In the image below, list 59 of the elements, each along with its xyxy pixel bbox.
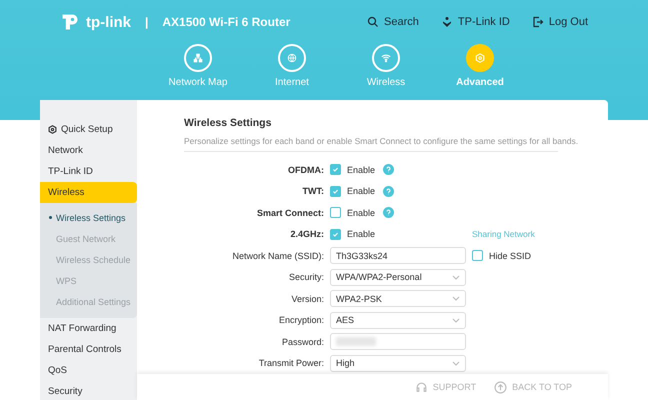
header-link[interactable]: Log Out [532,16,588,28]
enable-checkbox[interactable]: Enable [330,228,376,240]
search-icon [367,16,380,28]
gear-icon [475,53,485,63]
sidebar-item[interactable]: Security [40,381,137,400]
field-label: Transmit Power: [258,358,324,368]
network-icon [193,53,203,63]
header-link[interactable]: TP-Link ID [440,16,510,28]
wifi-icon [381,53,391,63]
user-badge-icon [440,16,453,28]
sidebar-item[interactable]: Quick Setup [40,119,137,140]
field-label: Network Name (SSID): [231,250,324,260]
router-model: AX1500 Wi-Fi 6 Router [162,15,290,29]
sidebar-item[interactable]: Parental Controls [40,339,137,360]
check-icon [332,166,339,173]
dropdown[interactable]: High [330,354,466,372]
separator: | [145,15,148,29]
field-label: OFDMA: [287,164,324,174]
dropdown[interactable]: AES [330,312,466,328]
gear-icon [48,125,57,134]
logo-icon [60,12,80,32]
logout-icon [532,16,544,28]
field-label: Password: [280,336,324,346]
help-icon[interactable] [383,164,394,175]
field-label: Encryption: [278,315,324,325]
enable-checkbox[interactable]: Enable [330,186,376,196]
field-label: Smart Connect: [256,208,324,218]
dropdown[interactable]: WPA2-PSK [330,290,466,307]
field-label: Version: [290,294,324,304]
globe-icon [287,53,297,63]
check-icon [332,230,339,238]
sidebar-item[interactable]: TP-Link ID [40,161,137,182]
section-description: Personalize settings for each band or enable Smart Connect to configure the same settings for all bands. [184,135,578,147]
field-label: 2.4GHz: [289,229,324,239]
field-label: TWT: [302,186,324,196]
help-icon[interactable] [383,207,394,218]
header-link[interactable]: Search [367,16,419,28]
hide-ssid-checkbox[interactable]: Hide SSID [472,250,592,261]
enable-checkbox[interactable]: Enable [330,207,376,218]
sidebar-item[interactable]: Wireless [40,182,137,203]
enable-checkbox[interactable]: Enable [330,164,376,175]
chevron-down-icon [452,318,460,322]
headset-icon [414,380,428,394]
sidebar-item[interactable]: QoS [40,360,137,381]
help-icon[interactable] [383,186,394,196]
field-label: Security: [288,272,324,282]
sidebar-item[interactable]: Network [40,140,137,161]
sidebar-item[interactable]: NAT Forwarding [40,318,137,339]
check-icon [332,188,339,194]
chevron-down-icon [452,274,460,280]
section-title: Wireless Settings [184,117,272,129]
text-field[interactable]: Th3G33ks24 [330,247,466,264]
brand-name: tp-link [86,14,131,30]
password-field[interactable] [330,333,466,350]
blurred-password [336,337,376,346]
chevron-down-icon [452,360,460,366]
dropdown[interactable]: WPA/WPA2-Personal [330,268,466,286]
chevron-down-icon [452,296,460,301]
submenu-item[interactable]: Wireless Settings [40,207,137,228]
